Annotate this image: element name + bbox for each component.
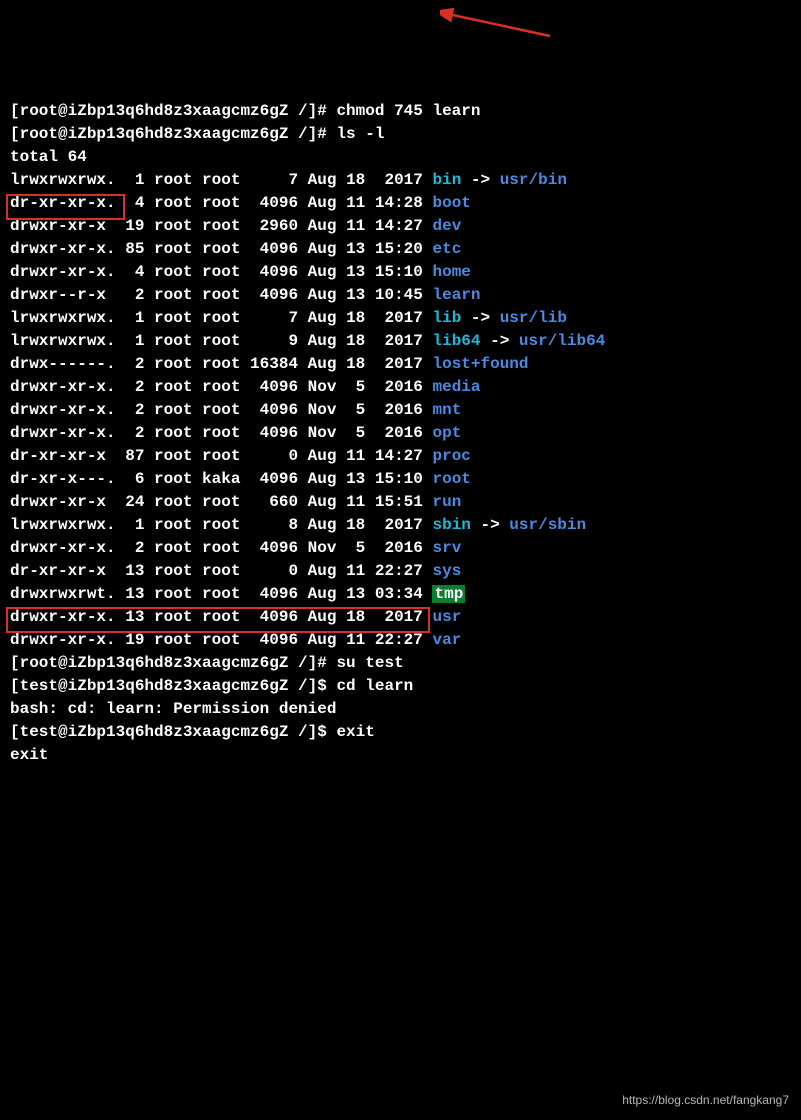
perm-col: drwxr--r-x	[10, 286, 116, 304]
dir-name: usr	[432, 608, 461, 626]
perm-col: drwxr-xr-x.	[10, 539, 116, 557]
link-arrow: ->	[461, 309, 499, 327]
perm-col: drwxr-xr-x	[10, 217, 116, 235]
perm-col: lrwxrwxrwx.	[10, 171, 116, 189]
error-line: bash: cd: learn: Permission denied	[10, 700, 336, 718]
perm-col: lrwxrwxrwx.	[10, 332, 116, 350]
link-name: bin	[432, 171, 461, 189]
prompt-line: [test@iZbp13q6hd8z3xaagcmz6gZ /]$ exit	[10, 723, 375, 741]
link-target: usr/lib64	[519, 332, 605, 350]
ls-row: lrwxrwxrwx. 1 root root 9 Aug 18 2017 li…	[10, 332, 605, 350]
terminal-output: [root@iZbp13q6hd8z3xaagcmz6gZ /]# chmod …	[10, 100, 791, 767]
perm-col: drwxr-xr-x.	[10, 263, 116, 281]
total-line: total 64	[10, 148, 87, 166]
prompt-line: [root@iZbp13q6hd8z3xaagcmz6gZ /]# ls -l	[10, 125, 384, 143]
dir-name: sys	[432, 562, 461, 580]
ls-row: drwxr-xr-x. 2 root root 4096 Nov 5 2016 …	[10, 539, 461, 557]
perm-col: drwxrwxrwt.	[10, 585, 116, 603]
ls-row: drwxr--r-x 2 root root 4096 Aug 13 10:45…	[10, 286, 481, 304]
link-arrow: ->	[481, 332, 519, 350]
ls-row: drwxr-xr-x. 2 root root 4096 Nov 5 2016 …	[10, 378, 481, 396]
ls-row: dr-xr-x---. 6 root kaka 4096 Aug 13 15:1…	[10, 470, 471, 488]
watermark-text: https://blog.csdn.net/fangkang7	[622, 1089, 789, 1112]
perm-col: dr-xr-xr-x	[10, 447, 116, 465]
dir-name: var	[432, 631, 461, 649]
annotation-arrow-icon	[440, 8, 560, 48]
ls-row: drwxr-xr-x. 2 root root 4096 Nov 5 2016 …	[10, 401, 461, 419]
dir-name: opt	[432, 424, 461, 442]
ls-row: dr-xr-xr-x 87 root root 0 Aug 11 14:27 p…	[10, 447, 471, 465]
ls-row: lrwxrwxrwx. 1 root root 7 Aug 18 2017 li…	[10, 309, 567, 327]
dir-name: lost+found	[432, 355, 528, 373]
exit-line: exit	[10, 746, 48, 764]
link-target: usr/lib	[500, 309, 567, 327]
dir-name: root	[432, 470, 470, 488]
prompt-line: [root@iZbp13q6hd8z3xaagcmz6gZ /]# su tes…	[10, 654, 404, 672]
ls-row: drwxrwxrwt. 13 root root 4096 Aug 13 03:…	[10, 585, 465, 603]
dir-name: learn	[432, 286, 480, 304]
dir-name: media	[432, 378, 480, 396]
ls-row: drwxr-xr-x 24 root root 660 Aug 11 15:51…	[10, 493, 461, 511]
link-arrow: ->	[461, 171, 499, 189]
link-name: sbin	[432, 516, 470, 534]
ls-row: lrwxrwxrwx. 1 root root 8 Aug 18 2017 sb…	[10, 516, 586, 534]
dir-name: etc	[432, 240, 461, 258]
link-name: lib64	[432, 332, 480, 350]
dir-name: run	[432, 493, 461, 511]
dir-name: dev	[432, 217, 461, 235]
ls-row: drwxr-xr-x. 19 root root 4096 Aug 11 22:…	[10, 631, 461, 649]
perm-col: drwxr-xr-x.	[10, 240, 116, 258]
ls-row: drwx------. 2 root root 16384 Aug 18 201…	[10, 355, 529, 373]
perm-col: drwx------.	[10, 355, 116, 373]
link-name: lib	[432, 309, 461, 327]
ls-row: dr-xr-xr-x 13 root root 0 Aug 11 22:27 s…	[10, 562, 461, 580]
dir-name: home	[432, 263, 470, 281]
perm-col: dr-xr-xr-x.	[10, 194, 116, 212]
link-arrow: ->	[471, 516, 509, 534]
perm-col: drwxr-xr-x.	[10, 378, 116, 396]
perm-col: drwxr-xr-x.	[10, 631, 116, 649]
perm-col: drwxr-xr-x	[10, 493, 116, 511]
dir-name: proc	[432, 447, 470, 465]
perm-col: lrwxrwxrwx.	[10, 309, 116, 327]
ls-row: drwxr-xr-x. 4 root root 4096 Aug 13 15:1…	[10, 263, 471, 281]
perm-col: drwxr-xr-x.	[10, 608, 116, 626]
perm-col: lrwxrwxrwx.	[10, 516, 116, 534]
perm-col: drwxr-xr-x.	[10, 424, 116, 442]
prompt-line: [test@iZbp13q6hd8z3xaagcmz6gZ /]$ cd lea…	[10, 677, 413, 695]
prompt-line: [root@iZbp13q6hd8z3xaagcmz6gZ /]# chmod …	[10, 102, 480, 120]
ls-row: drwxr-xr-x. 2 root root 4096 Nov 5 2016 …	[10, 424, 461, 442]
ls-row: drwxr-xr-x. 85 root root 4096 Aug 13 15:…	[10, 240, 461, 258]
dir-name: srv	[432, 539, 461, 557]
ls-row: lrwxrwxrwx. 1 root root 7 Aug 18 2017 bi…	[10, 171, 567, 189]
perm-col: drwxr-xr-x.	[10, 401, 116, 419]
perm-col: dr-xr-xr-x	[10, 562, 116, 580]
dir-name: tmp	[432, 585, 465, 603]
ls-row: drwxr-xr-x. 13 root root 4096 Aug 18 201…	[10, 608, 461, 626]
ls-row: dr-xr-xr-x. 4 root root 4096 Aug 11 14:2…	[10, 194, 471, 212]
link-target: usr/bin	[500, 171, 567, 189]
link-target: usr/sbin	[509, 516, 586, 534]
dir-name: boot	[432, 194, 470, 212]
dir-name: mnt	[432, 401, 461, 419]
ls-row: drwxr-xr-x 19 root root 2960 Aug 11 14:2…	[10, 217, 461, 235]
perm-col: dr-xr-x---.	[10, 470, 116, 488]
